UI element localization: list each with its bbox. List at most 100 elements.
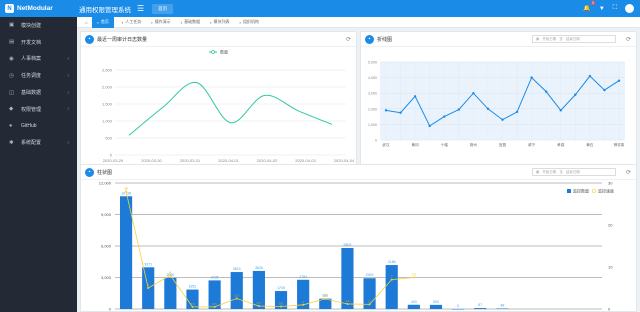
tab-label: 模块列表 bbox=[213, 19, 230, 24]
line-data-label: 0.6 bbox=[279, 301, 284, 305]
sidebar-item-label: 权限管理 bbox=[21, 106, 42, 113]
data-point bbox=[486, 107, 490, 111]
y-tick-label: 1,000 bbox=[368, 123, 377, 127]
legend-label: 监控速度 bbox=[598, 188, 614, 194]
tab-item[interactable]: ▪ 基础数据 bbox=[176, 17, 205, 28]
data-point bbox=[213, 305, 216, 308]
x-tick-label: 2020-03-31 bbox=[180, 158, 201, 163]
data-point bbox=[501, 118, 504, 121]
x-tick-label: 2020-04-01 bbox=[218, 158, 239, 163]
area-line-chart: 0 1,000 2,000 3,000 4,000 5,000 武汉 黄冈 十堰 荆州 宜昌 咸宁 孝感… bbox=[368, 61, 625, 147]
data-point bbox=[384, 109, 388, 112]
bar-data-label: 5809 bbox=[344, 243, 352, 247]
bar-data-label: 48 bbox=[500, 303, 504, 307]
menu-collapse-icon[interactable]: ☰ bbox=[137, 4, 144, 13]
doc-icon: ▤ bbox=[9, 39, 15, 46]
tab-item[interactable]: ▪ 人工任务 bbox=[117, 17, 146, 28]
legend-marker-dot bbox=[211, 50, 215, 54]
bar-data-label: 4186 bbox=[388, 260, 396, 264]
x-tick-label: 荆州 bbox=[470, 142, 478, 147]
tab-item[interactable]: ▪ 模块列表 bbox=[205, 17, 234, 28]
y-tick-label: 500 bbox=[105, 136, 112, 141]
y-tick-label: 0 bbox=[110, 153, 113, 158]
x-tick-label: 黄冈 bbox=[412, 142, 420, 147]
line-data-label: 0.7 bbox=[257, 301, 262, 305]
legend-label: 数量 bbox=[220, 49, 228, 55]
x-tick-label: 武汉 bbox=[382, 142, 390, 147]
bar-data-label: 1851 bbox=[189, 285, 197, 289]
x-tick-label: 十堰 bbox=[441, 142, 449, 147]
bar-chart: 03,0006,0009,00012,000010203010738397129… bbox=[99, 181, 614, 312]
avatar[interactable] bbox=[625, 4, 634, 13]
bar-data-label: 2784 bbox=[299, 275, 307, 279]
tab-item[interactable]: ▪ 组织机构 bbox=[235, 17, 264, 28]
bar bbox=[474, 308, 487, 309]
x-tick-label: 宜昌 bbox=[499, 142, 507, 147]
data-point bbox=[457, 108, 461, 111]
data-point bbox=[399, 111, 402, 114]
line-chart-card: ▪ 折线图 ▦ 开始日期 至 结束日期 ⟳ 0 1,000 2,000 3,000 4,… bbox=[360, 31, 637, 167]
x-tick-label: 神农架 bbox=[614, 142, 625, 147]
sidebar-item[interactable]: ✱ 系统配置 › bbox=[0, 135, 77, 152]
lock-icon: ◆ bbox=[9, 106, 14, 113]
tab-home-icon[interactable]: ⌂ bbox=[80, 17, 92, 28]
tab-item[interactable]: ▪ 操作演示 bbox=[146, 17, 175, 28]
sidebar-item-label: 基础数据 bbox=[21, 90, 42, 97]
tab-label: 组织机构 bbox=[242, 19, 259, 24]
y-tick-label: 2,000 bbox=[368, 107, 377, 111]
line-data-label: 7.5 bbox=[412, 273, 417, 277]
sidebar-item[interactable]: ▤ 开发文档 bbox=[0, 34, 77, 51]
bar-data-label: 3971 bbox=[144, 262, 152, 266]
data-point bbox=[191, 305, 194, 308]
sidebar-item[interactable]: ● GitHub bbox=[0, 118, 77, 135]
logo-icon: N bbox=[5, 4, 14, 13]
theme-shirt-icon[interactable]: ▼ bbox=[599, 6, 605, 12]
bar-data-label: 87 bbox=[478, 303, 482, 307]
y-tick-label: 0 bbox=[109, 307, 112, 312]
sidebar-item-label: GitHub bbox=[21, 123, 37, 130]
y-tick-label: 6,000 bbox=[101, 244, 112, 249]
y-tick-label: 0 bbox=[375, 139, 377, 143]
tab-icon: ▪ bbox=[151, 19, 153, 25]
data-point bbox=[617, 79, 621, 82]
data-point bbox=[257, 305, 260, 308]
tab-icon: ▪ bbox=[239, 19, 241, 25]
data-icon: ◫ bbox=[9, 89, 15, 96]
x-tick-label: 黄石 bbox=[586, 142, 594, 147]
bar bbox=[429, 304, 443, 309]
notification-bell-icon[interactable]: 🔔 3 bbox=[583, 1, 595, 12]
line-data-label: 1.2 bbox=[345, 299, 350, 303]
data-point bbox=[515, 110, 519, 114]
tab-icon: ▪ bbox=[97, 19, 99, 25]
sidebar-item[interactable]: ◆ 权限管理 › bbox=[0, 101, 77, 118]
data-point bbox=[235, 297, 238, 300]
log-chart-card: ▪ 最近一周审计日志数量 ⟳ 0 500 1,000 1,500 2,000 2,500 2… bbox=[80, 31, 357, 167]
x-tick-label: 2020-04-02 bbox=[257, 158, 278, 163]
logo[interactable]: N NetModular bbox=[0, 4, 77, 13]
sidebar-item-label: 开发文档 bbox=[21, 39, 42, 46]
task-icon: ◷ bbox=[9, 72, 14, 79]
tab-item[interactable]: ▪ 首页 bbox=[92, 16, 114, 28]
sidebar-item[interactable]: ◉ 人事档案 › bbox=[0, 51, 77, 68]
y2-tick-label: 0 bbox=[608, 307, 611, 312]
line-data-label: 28 bbox=[124, 186, 128, 190]
tab-icon: ▪ bbox=[210, 19, 212, 25]
top-home-tab[interactable]: 首页 bbox=[152, 3, 174, 14]
sidebar-item[interactable]: ◫ 基础数据 › bbox=[0, 84, 77, 101]
sidebar-item[interactable]: ▣ 模块创建 bbox=[0, 17, 77, 34]
y-tick-label: 1,500 bbox=[102, 102, 113, 107]
fullscreen-icon[interactable]: ⛶ bbox=[613, 5, 617, 12]
bar-data-label: 1709 bbox=[277, 286, 285, 290]
data-point bbox=[603, 88, 606, 92]
bar-chart-card: ▪ 柱状图 ▦ 开始日期 至 结束日期 ⟳ 0 3,000 6,000 9,000 12… bbox=[80, 164, 637, 312]
bar-data-label: 3626 bbox=[255, 266, 263, 270]
sidebar-item[interactable]: ◷ 任务调度 › bbox=[0, 67, 77, 84]
y-tick-label: 5,000 bbox=[368, 61, 377, 65]
data-point bbox=[368, 303, 371, 306]
data-point bbox=[390, 278, 393, 281]
y-tick-label: 12,000 bbox=[99, 181, 112, 186]
line-data-label: 1.1 bbox=[367, 299, 372, 303]
y-tick-label: 4,000 bbox=[368, 76, 377, 80]
logo-text: NetModular bbox=[17, 5, 53, 12]
legend-marker bbox=[591, 188, 597, 194]
